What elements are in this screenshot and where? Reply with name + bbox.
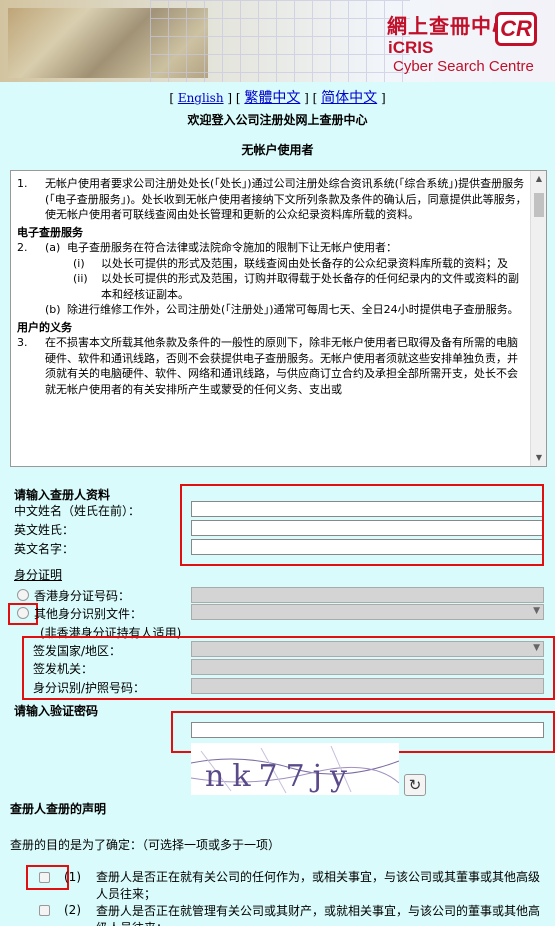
lang-simplified-link[interactable]: 简体中文 xyxy=(321,90,377,106)
cr-logo: CR xyxy=(495,12,537,46)
terms-item-1: 1. 无帐户使用者要求公司注册处处长(「处长」)通过公司注册处综合资讯系统(「综… xyxy=(17,177,527,221)
terms-heading-user-obligations: 用户的义务 xyxy=(17,320,72,334)
banner-english-name: Cyber Search Centre xyxy=(393,58,534,75)
refresh-icon: ↻ xyxy=(408,776,422,794)
highlight-identity-fields xyxy=(22,636,555,700)
welcome-title: 欢迎登入公司注册处网上查册中心 xyxy=(187,113,368,127)
declaration-heading: 查册人查册的声明 xyxy=(10,802,107,816)
english-given-name-label: 英文名字： xyxy=(14,542,75,556)
purpose-option-1-text: 查册人是否正在就有关公司的任何作为，或相关事宜，与该公司或其董事或其他高级人员往… xyxy=(96,870,541,901)
banner-grid-pattern xyxy=(150,0,410,82)
captcha-characters: nk77jy xyxy=(205,759,355,794)
scroll-thumb[interactable] xyxy=(534,193,544,217)
terms-scrollbar[interactable]: ▲ ▼ xyxy=(530,171,546,466)
terms-heading-search-service: 电子查册服务 xyxy=(17,225,83,239)
highlight-option-1-checkbox xyxy=(26,865,69,890)
english-surname-label: 英文姓氏： xyxy=(14,523,75,537)
terms-item-3: 3. 在不损害本文所载其他条款及条件的一般性的原则下，除非无帐户使用者已取得及备… xyxy=(17,336,518,396)
identity-heading: 身分证明 xyxy=(14,568,63,582)
purpose-option-1-label: (1) xyxy=(64,870,81,884)
highlight-name-fields xyxy=(180,484,544,566)
scroll-up-arrow-icon[interactable]: ▲ xyxy=(531,171,546,187)
refresh-captcha-button[interactable]: ↻ xyxy=(404,774,426,796)
chinese-name-label: 中文姓名（姓氏在前）： xyxy=(14,504,141,518)
captcha-image: nk77jy xyxy=(191,743,399,795)
language-selector: [ English ] [ 繁體中文 ] [ 简体中文 ] xyxy=(169,90,386,106)
hkid-radio[interactable] xyxy=(17,589,29,601)
searcher-info-heading: 请输入查册人资料 xyxy=(14,488,111,502)
declaration-purpose: 查册的目的是为了确定：（可选择一项或多于一项） xyxy=(10,838,281,852)
purpose-option-2-checkbox[interactable] xyxy=(39,905,50,916)
terms-and-conditions-box[interactable]: 1. 无帐户使用者要求公司注册处处长(「处长」)通过公司注册处综合资讯系统(「综… xyxy=(10,170,547,467)
scroll-down-arrow-icon[interactable]: ▼ xyxy=(531,450,546,466)
chevron-down-icon: ▼ xyxy=(533,606,540,616)
captcha-heading: 请输入验证密码 xyxy=(14,704,99,718)
purpose-option-2-text: 查册人是否正在就管理有关公司或其财产，或就相关事宜，与该公司的董事或其他高级人员… xyxy=(96,904,541,926)
lang-english-link[interactable]: English xyxy=(178,91,224,105)
hkid-input[interactable] xyxy=(191,587,544,603)
lang-traditional-link[interactable]: 繁體中文 xyxy=(244,90,300,106)
other-id-label: 其他身分识别文件： xyxy=(34,607,143,621)
terms-item-2: 2. (a) 电子查册服务在符合法律或法院命令施加的限制下让无帐户使用者： (i… xyxy=(17,241,519,316)
page-subtitle: 无帐户使用者 xyxy=(241,143,314,157)
header-banner: 網上查冊中心 CR iCRIS Cyber Search Centre xyxy=(0,0,555,82)
purpose-option-2-label: (2) xyxy=(64,903,81,917)
banner-icris-label: iCRIS xyxy=(388,38,434,57)
other-id-select[interactable]: ▼ xyxy=(191,604,544,620)
hkid-label: 香港身分证号码： xyxy=(34,589,131,603)
